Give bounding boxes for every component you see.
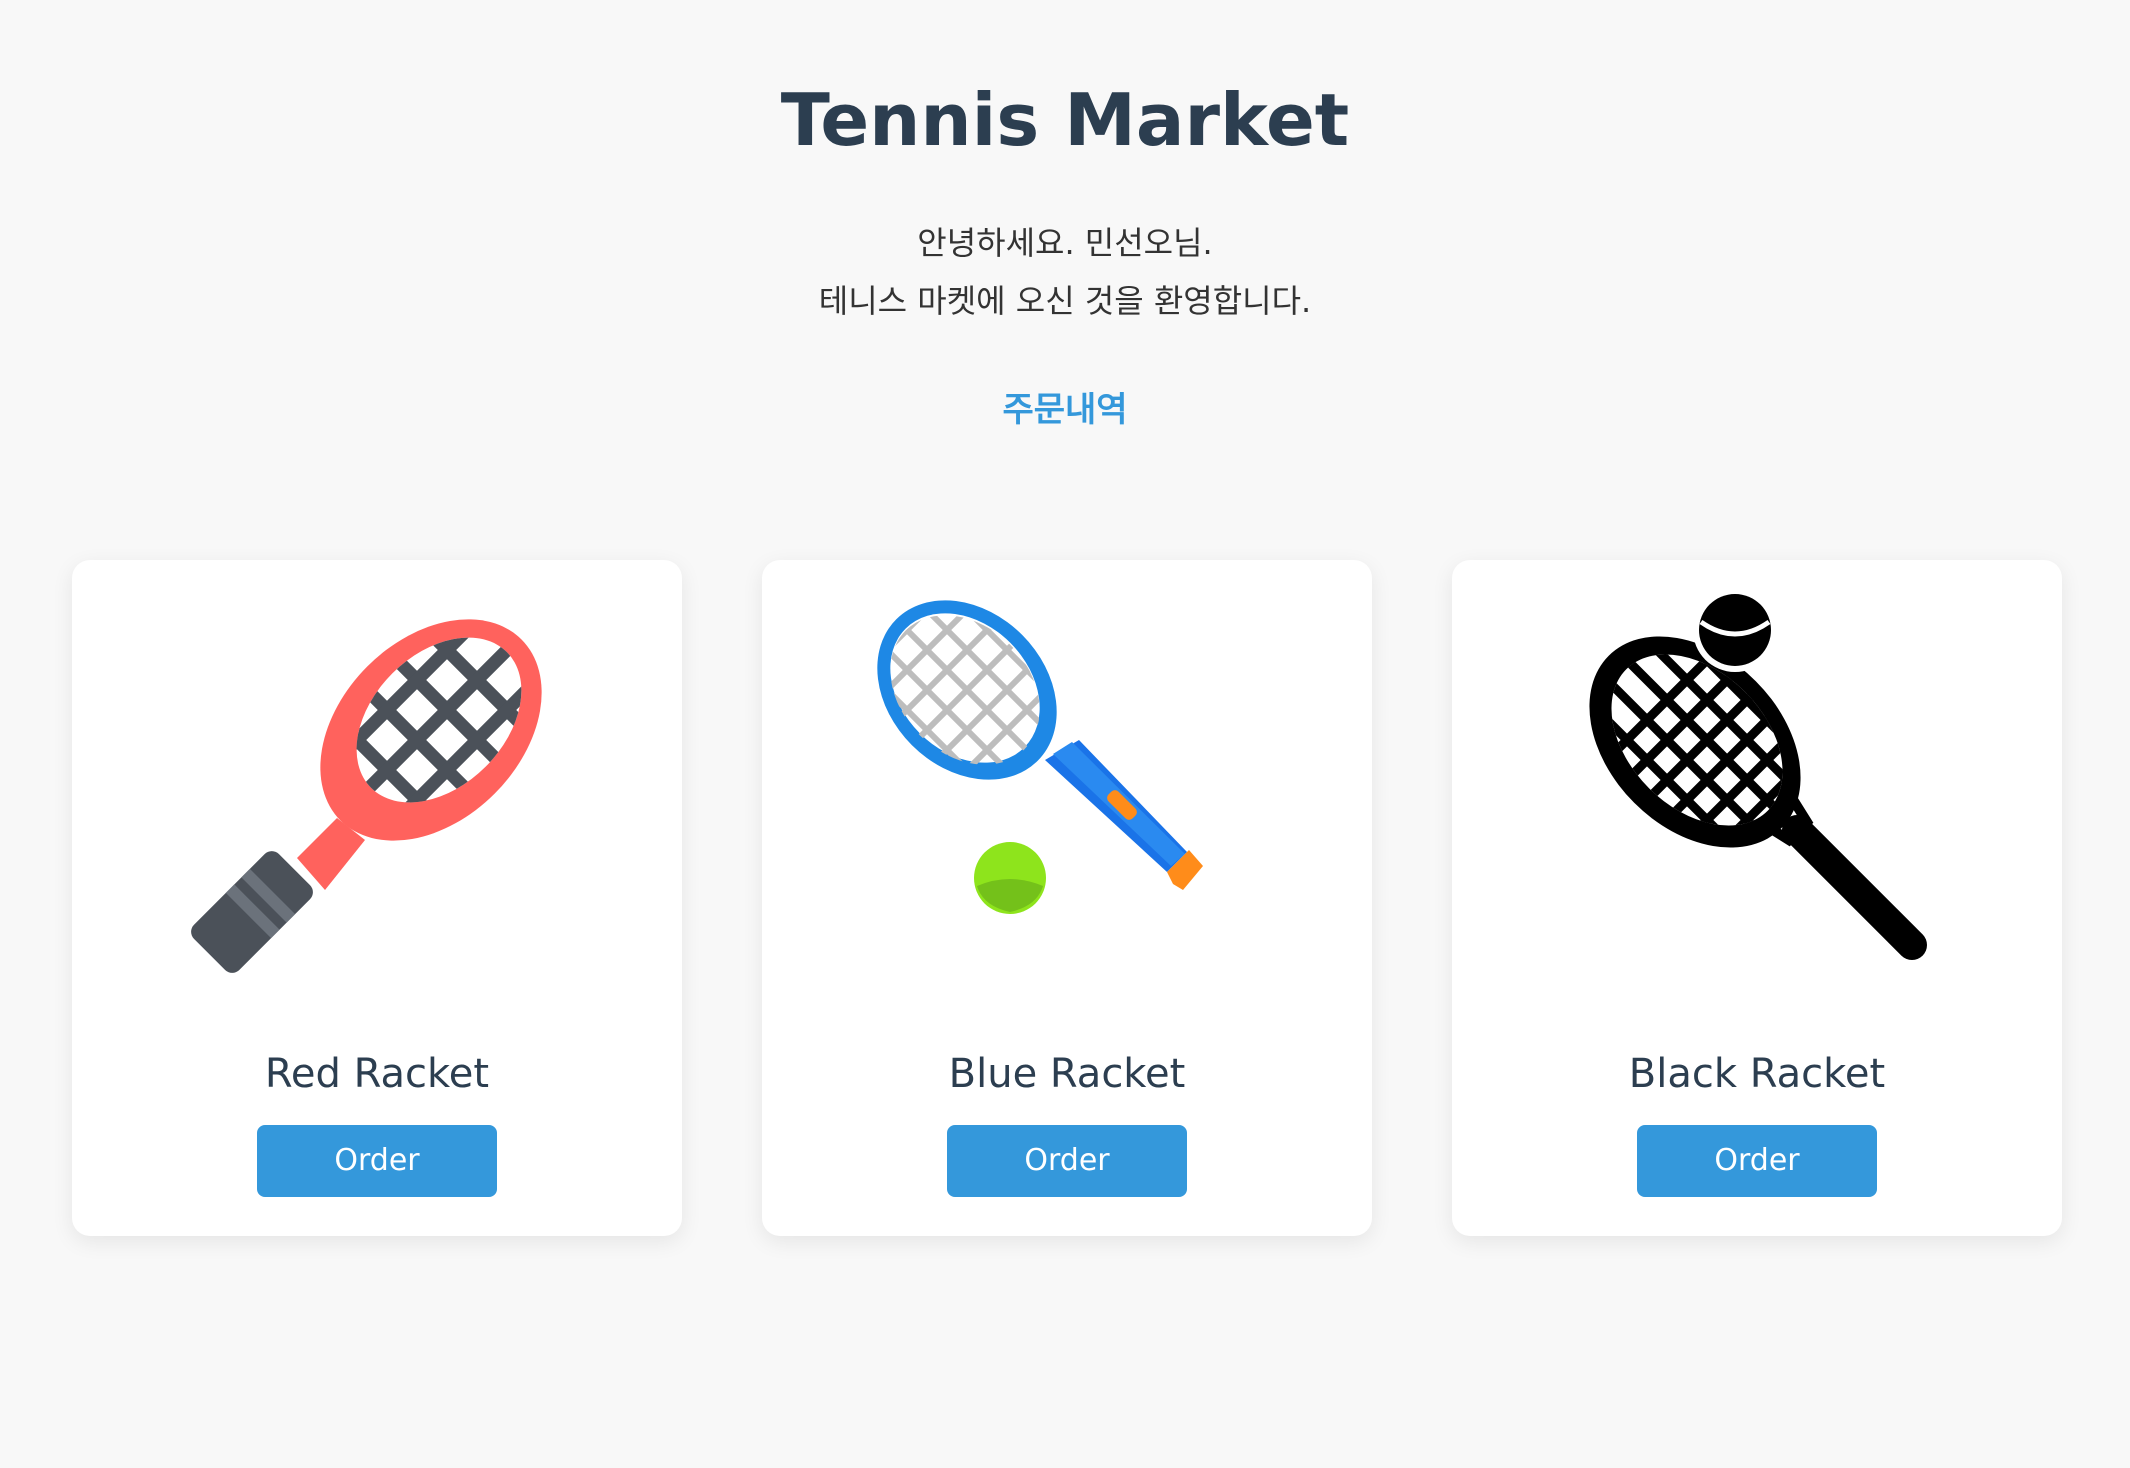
product-name: Red Racket [264, 1051, 490, 1097]
greeting-line-1: 안녕하세요. 민선오님. [917, 224, 1213, 262]
order-button[interactable]: Order [257, 1125, 497, 1197]
red-racket-icon [177, 590, 577, 990]
product-card: Black Racket Order [1452, 560, 2062, 1236]
product-name: Blue Racket [948, 1051, 1186, 1097]
order-button[interactable]: Order [1637, 1125, 1877, 1197]
greeting-line-2: 테니스 마켓에 오신 것을 환영합니다. [818, 282, 1312, 320]
product-card: Red Racket Order [72, 560, 682, 1236]
page: Tennis Market 안녕하세요. 민선오님. 테니스 마켓에 오신 것을… [0, 0, 2130, 1468]
order-history-link[interactable]: 주문내역 [1002, 390, 1127, 430]
order-button[interactable]: Order [947, 1125, 1187, 1197]
orders-link-container: 주문내역 [0, 386, 2130, 434]
product-name: Black Racket [1628, 1051, 1886, 1097]
product-list: Red Racket Order Blue Racket Order Black… [72, 560, 2062, 1236]
blue-racket-icon [867, 590, 1267, 990]
page-title: Tennis Market [780, 78, 1350, 162]
greeting: 안녕하세요. 민선오님. 테니스 마켓에 오신 것을 환영합니다. [0, 214, 2130, 330]
product-card: Blue Racket Order [762, 560, 1372, 1236]
black-racket-icon [1557, 590, 1957, 990]
